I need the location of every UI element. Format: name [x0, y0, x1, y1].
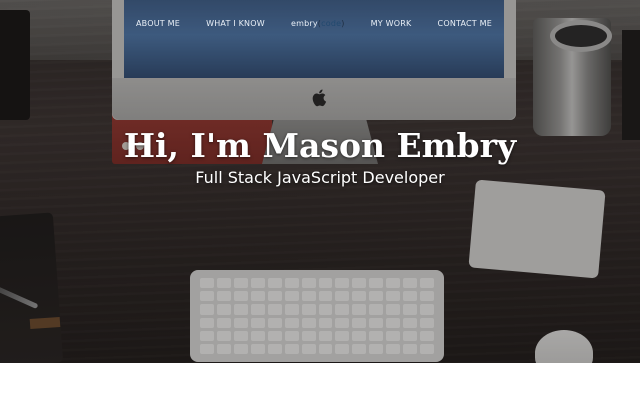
page-content-area: [0, 363, 640, 420]
nav-link-my-work[interactable]: MY WORK: [371, 19, 412, 28]
brand-name: embry: [290, 18, 318, 28]
brand-close-paren: ): [341, 18, 345, 28]
main-navigation: ABOUT ME WHAT I KNOW embry(code) MY WORK…: [124, 0, 504, 46]
hero-section: ABOUT ME WHAT I KNOW embry(code) MY WORK…: [0, 0, 640, 363]
nav-link-contact-me[interactable]: CONTACT ME: [438, 19, 492, 28]
brand-logo[interactable]: embry(code): [291, 19, 345, 28]
hero-subtitle: Full Stack JavaScript Developer: [195, 168, 445, 187]
nav-link-about-me[interactable]: ABOUT ME: [136, 19, 180, 28]
brand-accent: code: [321, 18, 342, 28]
hero-title: Hi, I'm Mason Embry: [123, 126, 517, 165]
nav-link-what-i-know[interactable]: WHAT I KNOW: [206, 19, 265, 28]
